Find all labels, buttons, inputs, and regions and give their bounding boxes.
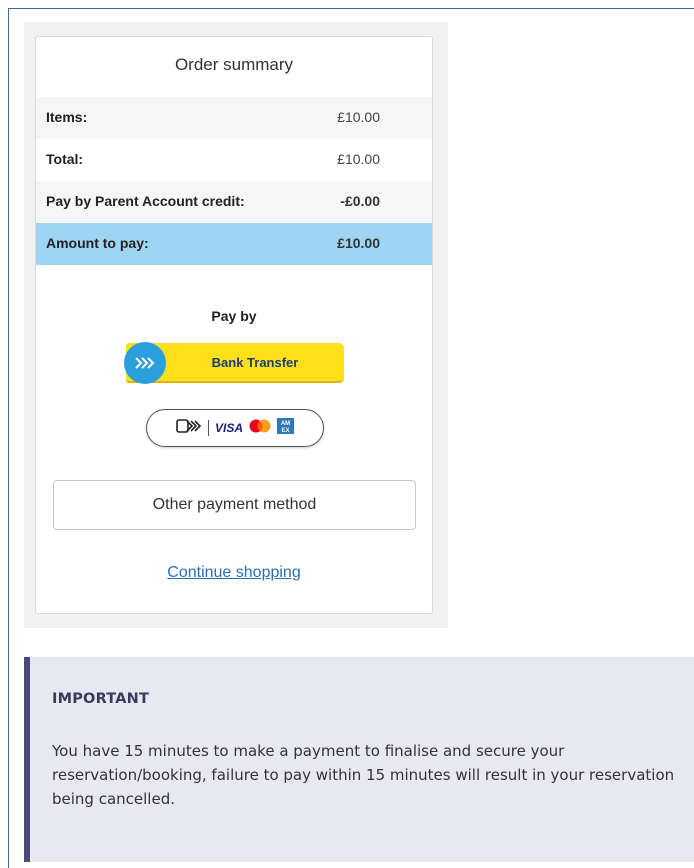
summary-row-items: Items: £10.00 [36, 97, 432, 139]
visa-logo: VISA [214, 421, 243, 435]
summary-row-value: £10.00 [337, 151, 380, 167]
card-payment-button[interactable]: VISA AM EX [146, 409, 324, 447]
continue-shopping-link[interactable]: Continue shopping [36, 564, 432, 582]
summary-row-label: Total: [46, 151, 84, 167]
order-summary-card: Order summary Items: £10.00 Total: £10.0… [35, 36, 433, 614]
pay-by-heading: Pay by [211, 308, 257, 324]
summary-row-value: £10.00 [337, 109, 380, 125]
summary-row-credit: Pay by Parent Account credit: -£0.00 [36, 181, 432, 223]
bank-transfer-label: Bank Transfer [211, 355, 299, 370]
order-summary-title: Order summary [174, 55, 294, 74]
summary-row-value: -£0.00 [340, 193, 380, 209]
other-payment-method-button[interactable]: Other payment method [53, 480, 416, 530]
notice-body: You have 15 minutes to make a payment to… [52, 742, 675, 808]
bank-transfer-chevrons-icon [124, 342, 166, 384]
summary-row-total: Total: £10.00 [36, 139, 432, 181]
amex-logo: AM EX [277, 417, 294, 439]
bank-transfer-button[interactable]: Bank Transfer [124, 342, 344, 384]
summary-row-label: Pay by Parent Account credit: [46, 193, 245, 209]
important-notice: IMPORTANT You have 15 minutes to make a … [24, 657, 694, 862]
summary-row-label: Amount to pay: [46, 235, 149, 251]
contactless-icon [176, 418, 202, 439]
mastercard-logo [249, 419, 271, 438]
summary-row-label: Items: [46, 109, 88, 125]
brand-separator [207, 420, 209, 436]
notice-title: IMPORTANT [52, 691, 150, 707]
summary-row-value: £10.00 [337, 235, 380, 251]
svg-text:AM: AM [281, 421, 290, 427]
svg-text:EX: EX [281, 428, 289, 434]
summary-row-amount-to-pay: Amount to pay: £10.00 [36, 223, 432, 265]
